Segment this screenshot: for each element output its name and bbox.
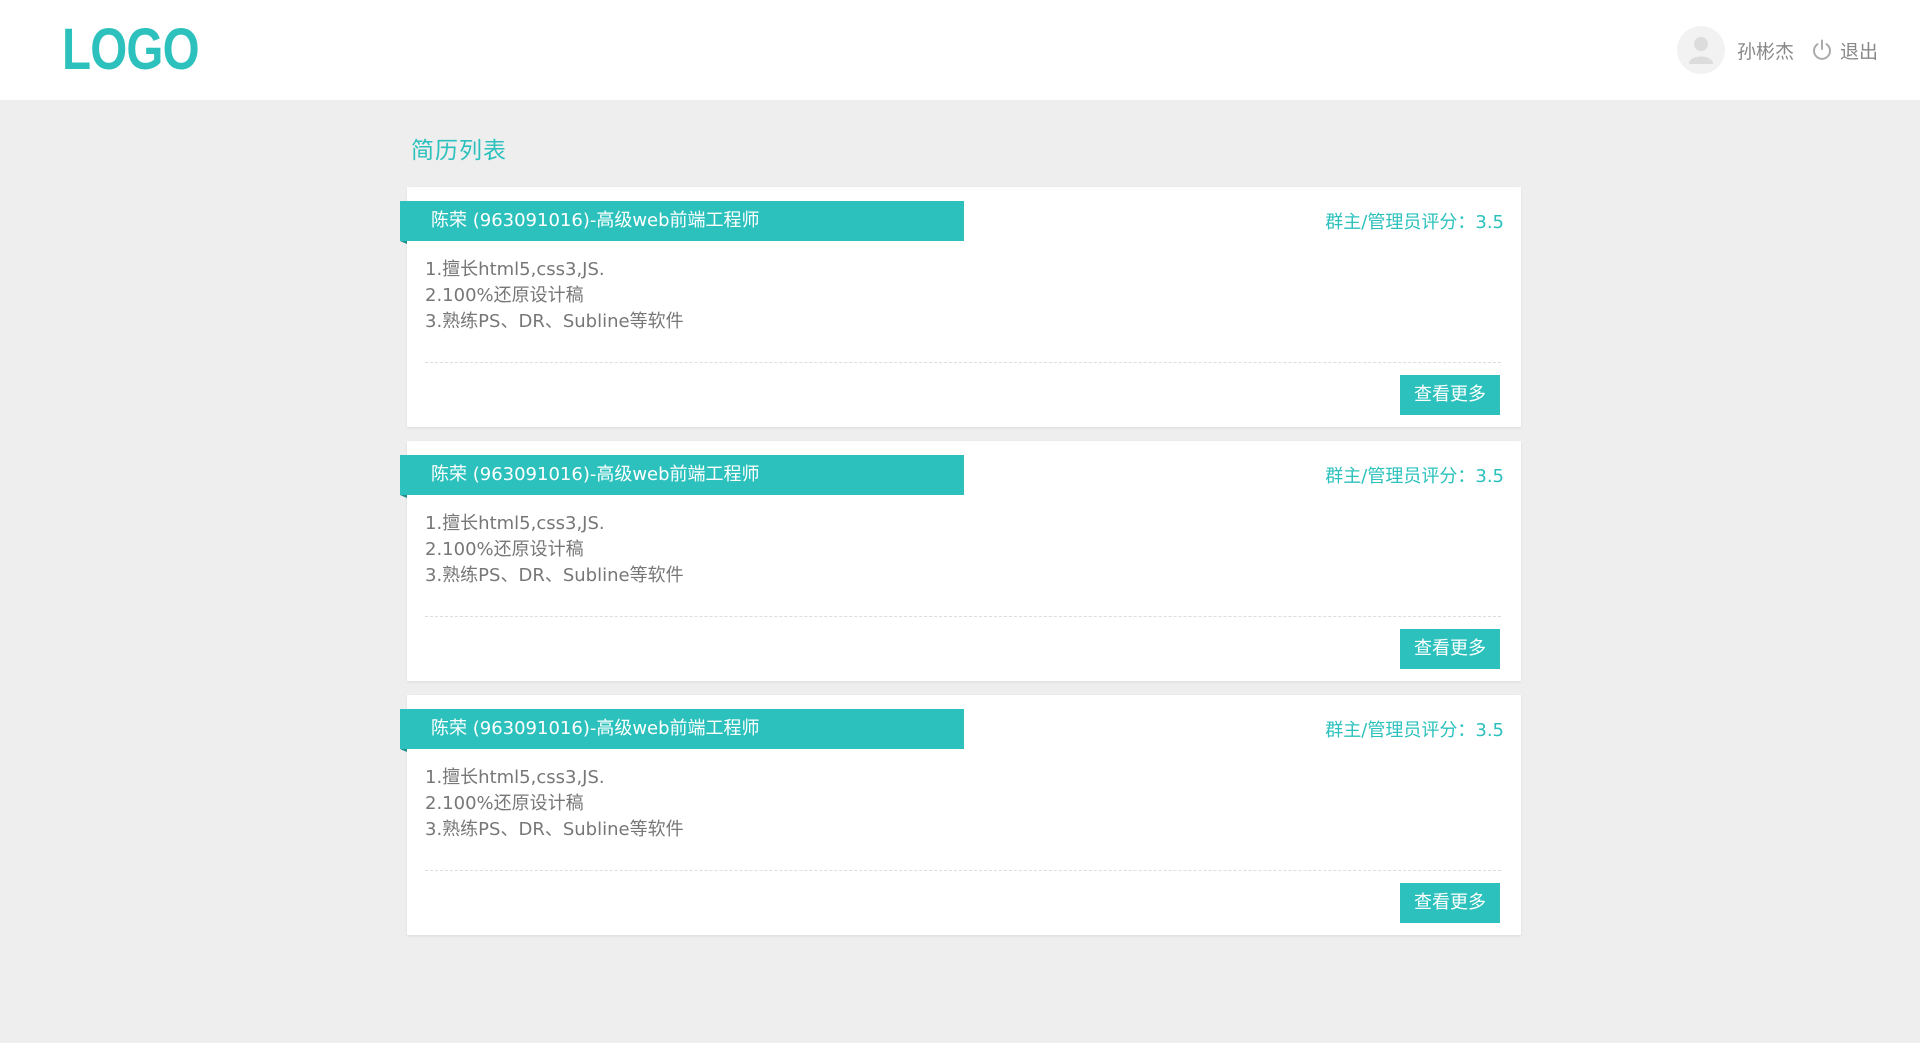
power-icon [1813, 39, 1831, 60]
description-line: 3.熟练PS、DR、Subline等软件 [425, 819, 684, 840]
resume-description: 1.擅长html5,css3,JS. 2.100%还原设计稿 3.熟练PS、DR… [425, 765, 684, 843]
description-line: 2.100%还原设计稿 [425, 539, 584, 560]
description-line: 1.擅长html5,css3,JS. [425, 767, 605, 788]
resume-description: 1.擅长html5,css3,JS. 2.100%还原设计稿 3.熟练PS、DR… [425, 511, 684, 589]
logo[interactable]: LOGO [62, 20, 200, 80]
avatar[interactable] [1676, 26, 1725, 74]
description-line: 1.擅长html5,css3,JS. [425, 513, 605, 534]
description-line: 3.熟练PS、DR、Subline等软件 [425, 565, 684, 586]
user-area: 孙彬杰 退出 [1676, 26, 1878, 74]
card-divider [425, 362, 1501, 363]
logout-button[interactable]: 退出 [1812, 37, 1878, 64]
card-divider [425, 616, 1501, 617]
page-title: 简历列表 [411, 138, 507, 164]
resume-title[interactable]: 陈荣 (963091016)-高级web前端工程师 [400, 455, 964, 495]
description-line: 1.擅长html5,css3,JS. [425, 259, 605, 280]
ribbon-fold [400, 495, 407, 498]
resume-score: 群主/管理员评分：3.5 [1325, 212, 1504, 233]
description-line: 2.100%还原设计稿 [425, 285, 584, 306]
ribbon-fold [400, 749, 407, 752]
resume-card: 陈荣 (963091016)-高级web前端工程师 群主/管理员评分：3.5 1… [400, 187, 1521, 427]
user-name[interactable]: 孙彬杰 [1737, 37, 1794, 64]
resume-title[interactable]: 陈荣 (963091016)-高级web前端工程师 [400, 709, 964, 749]
user-avatar-icon [1688, 37, 1713, 64]
resume-title[interactable]: 陈荣 (963091016)-高级web前端工程师 [400, 201, 964, 241]
resume-score: 群主/管理员评分：3.5 [1325, 466, 1504, 487]
view-more-button[interactable]: 查看更多 [1400, 883, 1500, 923]
card-divider [425, 870, 1501, 871]
resume-card: 陈荣 (963091016)-高级web前端工程师 群主/管理员评分：3.5 1… [400, 695, 1521, 935]
view-more-button[interactable]: 查看更多 [1400, 629, 1500, 669]
ribbon-fold [400, 241, 407, 244]
view-more-button[interactable]: 查看更多 [1400, 375, 1500, 415]
resume-score: 群主/管理员评分：3.5 [1325, 720, 1504, 741]
description-line: 3.熟练PS、DR、Subline等软件 [425, 311, 684, 332]
resume-card: 陈荣 (963091016)-高级web前端工程师 群主/管理员评分：3.5 1… [400, 441, 1521, 681]
logout-label: 退出 [1839, 40, 1878, 63]
resume-description: 1.擅长html5,css3,JS. 2.100%还原设计稿 3.熟练PS、DR… [425, 257, 684, 335]
top-navbar: LOGO 孙彬杰 退出 [0, 0, 1920, 100]
description-line: 2.100%还原设计稿 [425, 793, 584, 814]
